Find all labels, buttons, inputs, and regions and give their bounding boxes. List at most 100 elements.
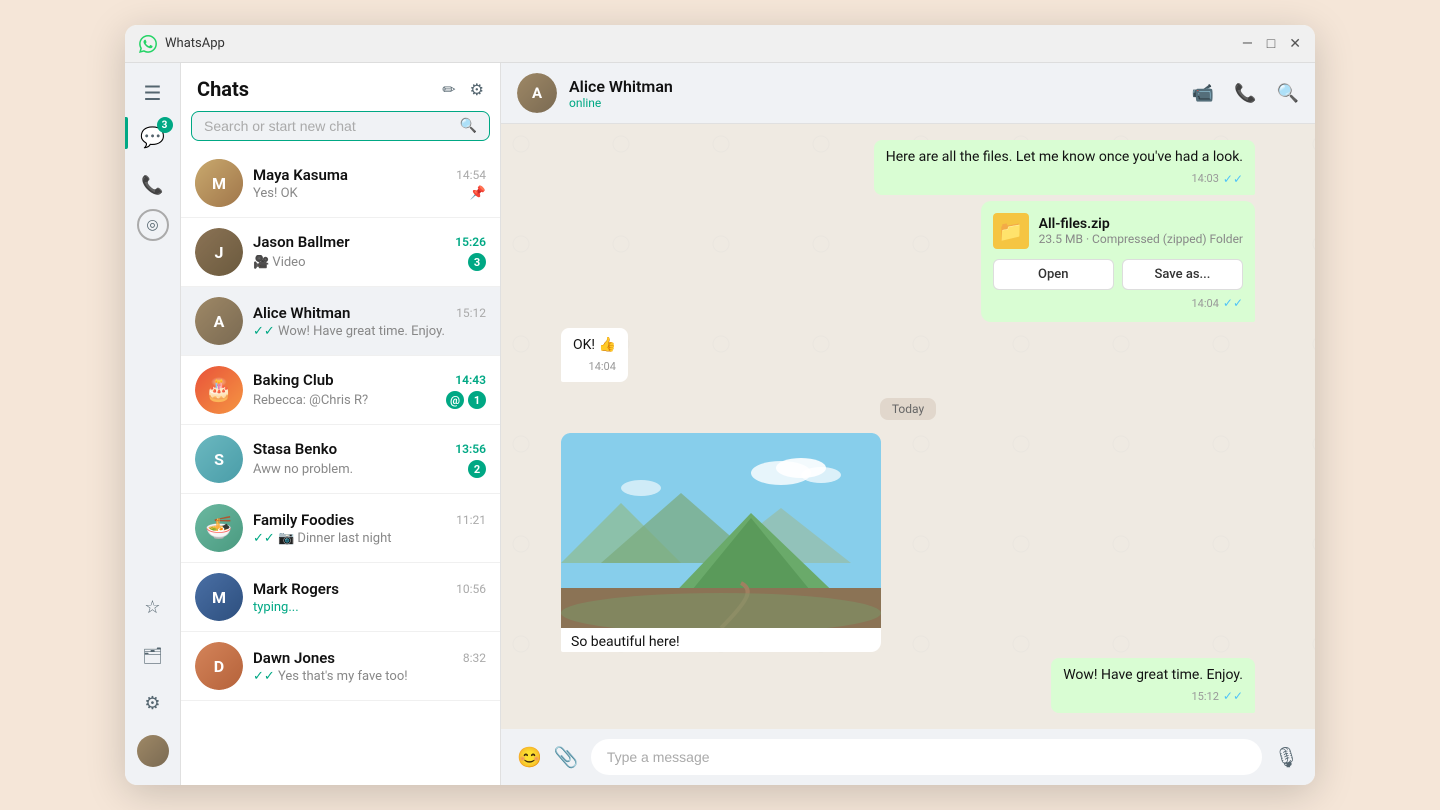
chat-preview-baking: Rebecca: @Chris R? [253,393,446,408]
title-bar: WhatsApp — □ ✕ [125,25,1315,63]
mention-badge-baking: @ [446,391,464,409]
file-actions: Open Save as... [993,259,1243,290]
filter-icon[interactable]: ⚙ [470,80,484,99]
avatar-dawn: D [195,642,243,690]
chat-time-alice: 15:12 [456,306,486,320]
chat-time-mark: 10:56 [456,582,486,596]
avatar-maya: M [195,159,243,207]
chat-preview-family: ✓✓ 📷 Dinner last night [253,531,486,546]
voice-call-icon[interactable]: 📞 [1234,83,1256,104]
chat-list-panel: Chats ✏ ⚙ 🔍 M Maya Kasuma [181,63,501,785]
chat-name-mark: Mark Rogers [253,580,339,598]
voice-icon[interactable]: 🎙 [1274,745,1299,769]
chat-time-stasa: 13:56 [455,442,486,456]
chat-time-jason: 15:26 [455,235,486,249]
app-window: WhatsApp — □ ✕ ☰ 💬 3 📞 ◎ ☆ 🗂 [125,25,1315,785]
msg-2-file: 📁 All-files.zip 23.5 MB · Compressed (zi… [981,201,1255,322]
close-button[interactable]: ✕ [1289,37,1301,51]
chat-time-family: 11:21 [456,513,486,527]
nav-profile[interactable] [133,731,173,771]
header-icons: ✏ ⚙ [442,80,484,99]
avatar-stasa: S [195,435,243,483]
chat-info-stasa: Stasa Benko 13:56 Aww no problem. 2 [253,440,486,478]
file-details: All-files.zip 23.5 MB · Compressed (zipp… [1039,216,1243,246]
chat-messages: Here are all the files. Let me know once… [501,124,1315,729]
file-size: 23.5 MB · Compressed (zipped) Folder [1039,232,1243,246]
chat-item-stasa[interactable]: S Stasa Benko 13:56 Aww no problem. 2 [181,425,500,494]
chat-header-info: Alice Whitman online [569,77,1180,110]
msg-1-text: Here are all the files. Let me know once… [886,149,1243,165]
file-name: All-files.zip [1039,216,1243,232]
nav-chats[interactable]: 💬 3 [133,117,173,157]
attach-icon[interactable]: 📎 [554,745,579,769]
msg-1: Here are all the files. Let me know once… [874,140,1255,195]
date-label: Today [880,398,936,420]
open-button[interactable]: Open [993,259,1114,290]
new-chat-icon[interactable]: ✏ [442,80,455,99]
chat-header-actions: 📹 📞 🔍 [1192,83,1299,104]
chat-info-jason: Jason Ballmer 15:26 🎥 Video 3 [253,233,486,271]
nav-menu[interactable]: ☰ [133,73,173,113]
msg-6: Wow! Have great time. Enjoy. 15:12 ✓✓ [1051,658,1255,713]
chat-time-baking: 14:43 [455,373,486,387]
image-caption: So beautiful here! [561,628,881,651]
chat-preview-dawn: ✓✓ Yes that's my fave too! [253,669,486,684]
search-icon: 🔍 [460,118,477,134]
message-input[interactable] [591,739,1262,775]
search-input[interactable] [204,118,460,134]
chat-area: A Alice Whitman online 📹 📞 🔍 Here are al… [501,63,1315,785]
nav-archive[interactable]: 🗂 [133,635,173,675]
unread-badge-jason: 3 [468,253,486,271]
image-content [561,433,881,628]
emoji-icon[interactable]: 😊 [517,745,542,769]
avatar-family: 🍜 [195,504,243,552]
chat-header-avatar[interactable]: A [517,73,557,113]
chat-item-family[interactable]: 🍜 Family Foodies 11:21 ✓✓ 📷 Dinner last … [181,494,500,563]
chat-header-status: online [569,96,1180,110]
chat-name-baking: Baking Club [253,371,334,389]
nav-bottom: ☆ 🗂 ⚙ [133,587,173,775]
app-title: WhatsApp [165,36,1242,51]
minimize-button[interactable]: — [1242,37,1253,51]
chat-list: M Maya Kasuma 14:54 Yes! OK 📌 [181,149,500,785]
maximize-button[interactable]: □ [1267,37,1275,51]
chat-item-mark[interactable]: M Mark Rogers 10:56 typing... [181,563,500,632]
date-divider: Today [561,398,1255,417]
msg-3-text: OK! 👍 [573,337,616,353]
nav-settings[interactable]: ⚙ [133,683,173,723]
main-content: ☰ 💬 3 📞 ◎ ☆ 🗂 ⚙ Cha [125,63,1315,785]
msg-3: OK! 👍 14:04 [561,328,628,382]
chat-info-dawn: Dawn Jones 8:32 ✓✓ Yes that's my fave to… [253,649,486,684]
avatar-alice: A [195,297,243,345]
msg-5-image: So beautiful here! ❤️ 15:06 [561,433,881,651]
chat-info-alice: Alice Whitman 15:12 ✓✓ Wow! Have great t… [253,304,486,339]
avatar-mark: M [195,573,243,621]
chat-item-maya[interactable]: M Maya Kasuma 14:54 Yes! OK 📌 [181,149,500,218]
file-icon: 📁 [993,213,1029,249]
chat-item-alice[interactable]: A Alice Whitman 15:12 ✓✓ Wow! Have great… [181,287,500,356]
chat-preview-mark: typing... [253,600,486,615]
save-as-button[interactable]: Save as... [1122,259,1243,290]
unread-badge-baking: 1 [468,391,486,409]
search-chat-icon[interactable]: 🔍 [1277,83,1299,104]
chat-preview-alice: ✓✓ Wow! Have great time. Enjoy. [253,324,486,339]
msg-6-time: 15:12 [1191,689,1218,704]
chat-list-header: Chats ✏ ⚙ [181,63,500,111]
chat-time-dawn: 8:32 [463,651,486,665]
search-bar: 🔍 [191,111,490,141]
chat-item-baking[interactable]: 🎂 Baking Club 14:43 Rebecca: @Chris R? @… [181,356,500,425]
msg-6-text: Wow! Have great time. Enjoy. [1063,667,1243,683]
chat-info-family: Family Foodies 11:21 ✓✓ 📷 Dinner last ni… [253,511,486,546]
chat-time-maya: 14:54 [456,168,486,182]
chat-item-dawn[interactable]: D Dawn Jones 8:32 ✓✓ Yes that's my fave … [181,632,500,701]
chat-name-dawn: Dawn Jones [253,649,335,667]
msg-3-time: 14:04 [589,359,616,374]
msg-1-ticks: ✓✓ [1223,171,1243,188]
nav-starred[interactable]: ☆ [133,587,173,627]
video-call-icon[interactable]: 📹 [1192,83,1214,104]
chat-item-jason[interactable]: J Jason Ballmer 15:26 🎥 Video 3 [181,218,500,287]
chat-name-stasa: Stasa Benko [253,440,337,458]
nav-status[interactable]: ◎ [137,209,169,241]
app-logo [139,35,157,53]
nav-calls[interactable]: 📞 [133,165,173,205]
